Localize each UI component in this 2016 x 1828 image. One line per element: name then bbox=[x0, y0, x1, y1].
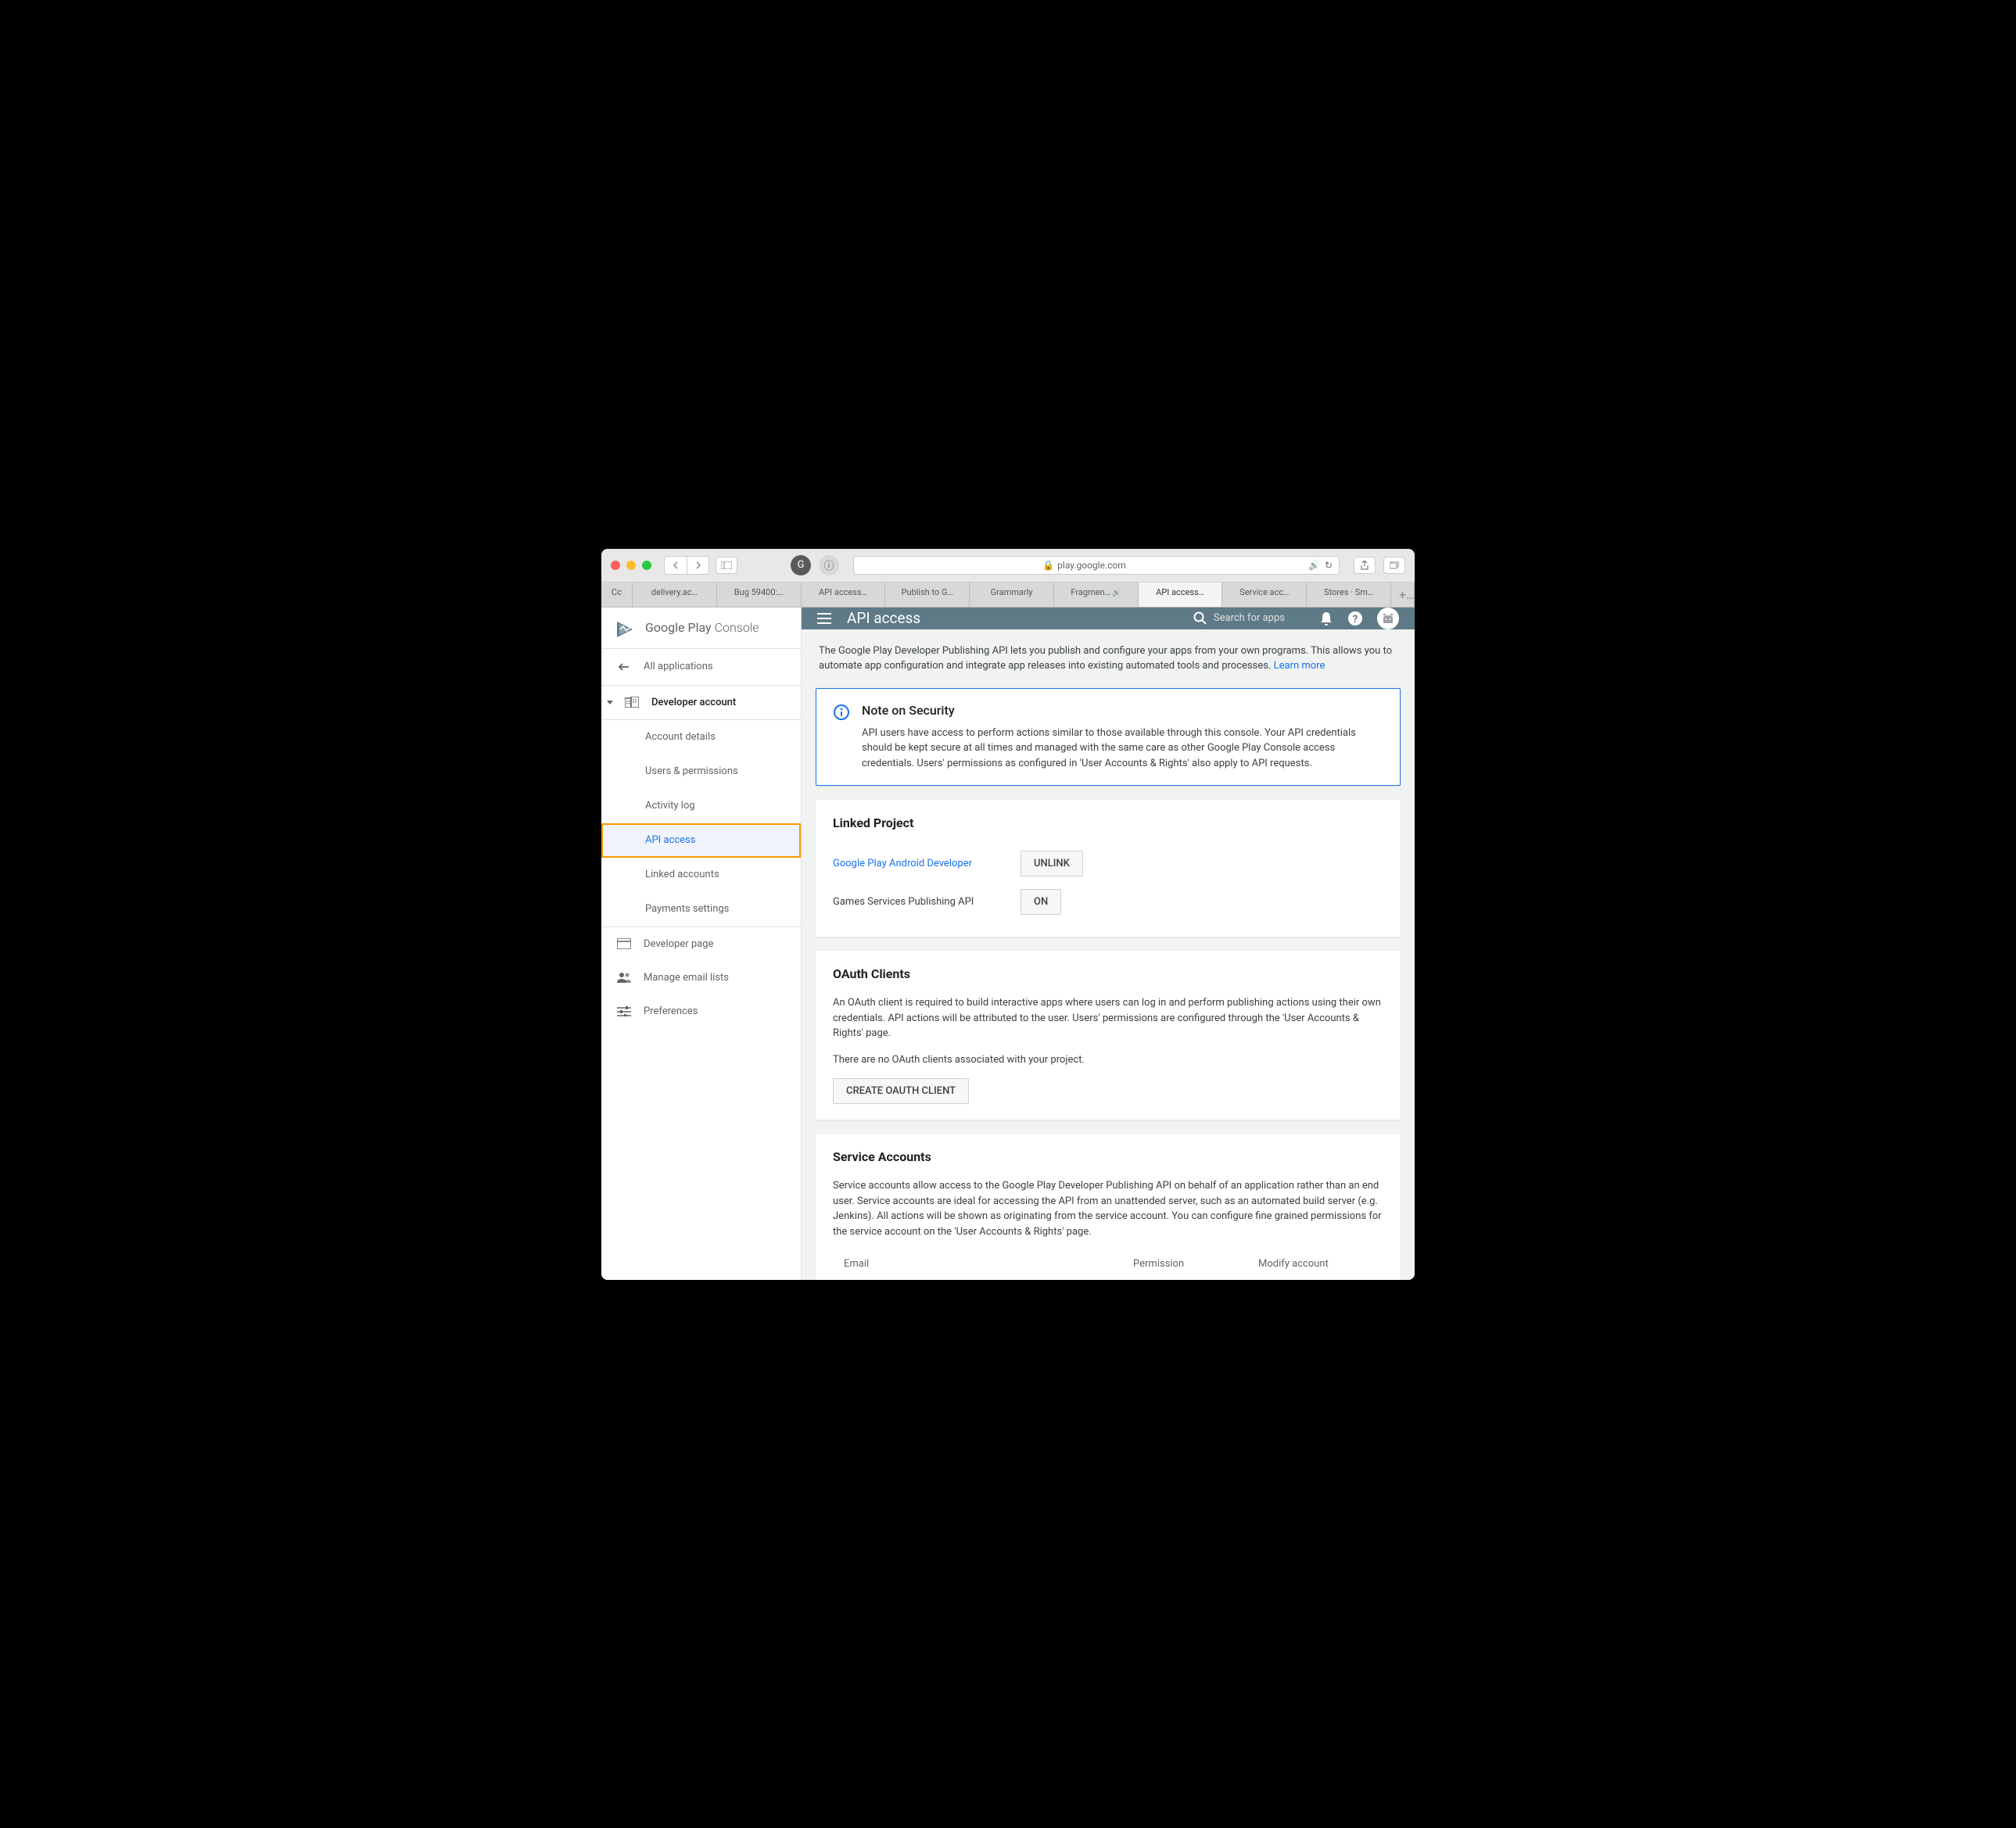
oauth-title: OAuth Clients bbox=[833, 966, 1383, 981]
sidebar-developer-account[interactable]: Developer account bbox=[601, 685, 801, 720]
topbar-icons: ? bbox=[1319, 608, 1399, 629]
tab[interactable]: API access… bbox=[802, 582, 886, 607]
safari-window: G ⓘ 🔒play.google.com 🔊 ↻ Cc delivery.ac… … bbox=[601, 549, 1415, 1280]
intro-text: The Google Play Developer Publishing API… bbox=[816, 643, 1401, 674]
sidebar-item-linked-accounts[interactable]: Linked accounts bbox=[601, 858, 801, 892]
audio-icon[interactable]: 🔊 bbox=[1308, 560, 1320, 571]
titlebar-right bbox=[1354, 557, 1405, 574]
notifications-icon[interactable] bbox=[1319, 611, 1333, 626]
tab[interactable]: Cc bbox=[601, 582, 633, 607]
caret-down-icon bbox=[606, 698, 614, 706]
search-placeholder: Search for apps bbox=[1214, 612, 1285, 624]
building-icon bbox=[625, 697, 639, 708]
grammarly-extension-icon[interactable]: G bbox=[791, 555, 811, 575]
sidebar-toggle-button[interactable] bbox=[716, 557, 737, 574]
service-table-head: Email Permission Modify account bbox=[833, 1250, 1383, 1278]
traffic-lights bbox=[611, 561, 651, 570]
address-bar[interactable]: 🔒play.google.com 🔊 ↻ bbox=[853, 556, 1340, 575]
search-icon bbox=[1193, 611, 1207, 625]
refresh-icon[interactable]: ↻ bbox=[1325, 560, 1333, 571]
close-window-button[interactable] bbox=[611, 561, 620, 570]
info-icon bbox=[834, 704, 849, 772]
page-icon bbox=[617, 938, 631, 949]
sidebar-preferences[interactable]: Preferences bbox=[601, 995, 801, 1028]
account-avatar[interactable] bbox=[1377, 608, 1399, 629]
tab[interactable]: Bug 59400:… bbox=[717, 582, 802, 607]
nav-arrows bbox=[664, 556, 709, 575]
main-body: The Google Play Developer Publishing API… bbox=[802, 629, 1415, 1280]
tab[interactable]: Publish to G… bbox=[885, 582, 970, 607]
sidebar-all-applications[interactable]: All applications bbox=[601, 649, 801, 685]
titlebar: G ⓘ 🔒play.google.com 🔊 ↻ bbox=[601, 549, 1415, 582]
back-button[interactable] bbox=[665, 557, 687, 574]
app-shell: Google Play Console All applications Dev… bbox=[601, 608, 1415, 1280]
security-body: API users have access to perform actions… bbox=[862, 726, 1383, 772]
help-icon[interactable]: ? bbox=[1347, 611, 1363, 626]
learn-more-link[interactable]: Learn more bbox=[1274, 660, 1325, 672]
page-title: API access bbox=[847, 609, 1178, 627]
service-table-row: Grant Access View in Google Developers C… bbox=[833, 1278, 1383, 1280]
unlink-button[interactable]: Unlink bbox=[1021, 851, 1083, 876]
play-console-icon bbox=[617, 620, 637, 636]
logo[interactable]: Google Play Console bbox=[601, 608, 801, 649]
logo-text: Google Play Console bbox=[645, 620, 759, 635]
sidebar-developer-page[interactable]: Developer page bbox=[601, 927, 801, 961]
sidebar-item-account-details[interactable]: Account details bbox=[601, 720, 801, 754]
service-accounts-description: Service accounts allow access to the Goo… bbox=[833, 1178, 1383, 1239]
create-oauth-client-button[interactable]: Create OAuth Client bbox=[833, 1078, 969, 1104]
th-email: Email bbox=[833, 1258, 1133, 1270]
maximize-window-button[interactable] bbox=[642, 561, 651, 570]
security-title: Note on Security bbox=[862, 703, 1383, 718]
menu-button[interactable] bbox=[817, 613, 831, 624]
security-note-card: Note on Security API users have access t… bbox=[816, 688, 1401, 787]
sidebar-item-payments-settings[interactable]: Payments settings bbox=[601, 892, 801, 927]
oauth-clients-card: OAuth Clients An OAuth client is require… bbox=[816, 951, 1401, 1120]
linked-project-card: Linked Project Google Play Android Devel… bbox=[816, 800, 1401, 937]
tab[interactable]: delivery.ac… bbox=[633, 582, 717, 607]
oauth-empty-text: There are no OAuth clients associated wi… bbox=[833, 1052, 1383, 1068]
linked-project-name[interactable]: Google Play Android Developer bbox=[833, 858, 1005, 869]
sidebar-item-api-access[interactable]: API access bbox=[601, 823, 801, 858]
tab[interactable]: Service acc… bbox=[1222, 582, 1307, 607]
sidebar-manage-email-lists[interactable]: Manage email lists bbox=[601, 961, 801, 995]
th-permission: Permission bbox=[1133, 1258, 1258, 1270]
sidebar: Google Play Console All applications Dev… bbox=[601, 608, 802, 1280]
service-accounts-title: Service Accounts bbox=[833, 1149, 1383, 1164]
tab[interactable]: Fragmen… bbox=[1054, 582, 1139, 607]
th-modify: Modify account bbox=[1258, 1258, 1383, 1270]
extension-icon[interactable]: ⓘ bbox=[819, 555, 839, 575]
tab[interactable]: Grammarly bbox=[970, 582, 1054, 607]
arrow-back-icon bbox=[617, 660, 631, 674]
oauth-description: An OAuth client is required to build int… bbox=[833, 995, 1383, 1041]
content: API access Search for apps ? The Google … bbox=[802, 608, 1415, 1280]
svg-text:?: ? bbox=[1353, 614, 1358, 625]
tabs-overview-button[interactable] bbox=[1383, 557, 1405, 574]
share-button[interactable] bbox=[1354, 557, 1376, 574]
minimize-window-button[interactable] bbox=[626, 561, 636, 570]
people-icon bbox=[617, 972, 631, 983]
service-accounts-card: Service Accounts Service accounts allow … bbox=[816, 1134, 1401, 1280]
toolbar-extensions: G ⓘ bbox=[791, 555, 839, 575]
search-button[interactable]: Search for apps bbox=[1193, 611, 1285, 625]
new-tab-button[interactable]: + bbox=[1391, 582, 1415, 607]
tab-active[interactable]: API access… bbox=[1139, 582, 1223, 607]
games-services-toggle[interactable]: On bbox=[1021, 889, 1061, 915]
topbar: API access Search for apps ? bbox=[802, 608, 1415, 629]
sidebar-item-activity-log[interactable]: Activity log bbox=[601, 789, 801, 823]
games-services-label: Games Services Publishing API bbox=[833, 896, 1005, 908]
url-text: play.google.com bbox=[1057, 560, 1126, 571]
forward-button[interactable] bbox=[687, 557, 708, 574]
lock-icon: 🔒 bbox=[1042, 560, 1054, 571]
tab[interactable]: Stores · Sm… bbox=[1307, 582, 1391, 607]
sidebar-item-users-permissions[interactable]: Users & permissions bbox=[601, 754, 801, 789]
browser-tabs: Cc delivery.ac… Bug 59400:… API access… … bbox=[601, 582, 1415, 608]
tune-icon bbox=[617, 1005, 631, 1016]
linked-project-title: Linked Project bbox=[833, 815, 1383, 830]
